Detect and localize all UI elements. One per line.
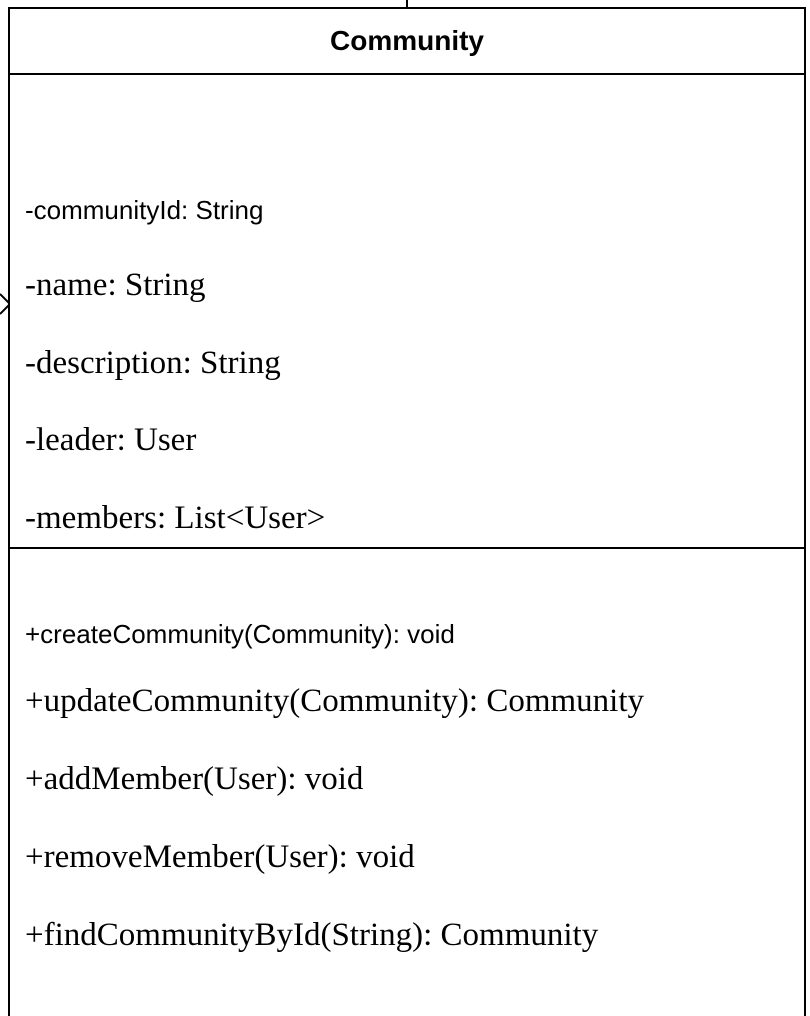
attribute-item: -communityId: String (25, 195, 264, 225)
attribute-item: -description: String (25, 345, 281, 381)
operation-item: +updateCommunity(Community): Community (25, 683, 645, 719)
attributes-compartment: -communityId: String -name: String -desc… (10, 75, 804, 549)
diagram-canvas: Community -communityId: String -name: St… (0, 0, 810, 1016)
operation-item: +findCommunityById(String): Community (25, 917, 599, 953)
class-name: Community (330, 25, 484, 56)
operations-compartment: +createCommunity(Community): void +updat… (10, 549, 804, 1016)
uml-class-box[interactable]: Community -communityId: String -name: St… (8, 7, 806, 1016)
operation-item: +createCommunity(Community): void (25, 619, 455, 649)
attribute-item: -name: String (25, 267, 206, 303)
operation-item: +addMember(User): void (25, 761, 364, 797)
operation-item: +removeMember(User): void (25, 839, 415, 875)
class-header: Community (10, 9, 804, 75)
attribute-item: -leader: User (25, 422, 197, 458)
attribute-item: -members: List<User> (25, 500, 326, 536)
